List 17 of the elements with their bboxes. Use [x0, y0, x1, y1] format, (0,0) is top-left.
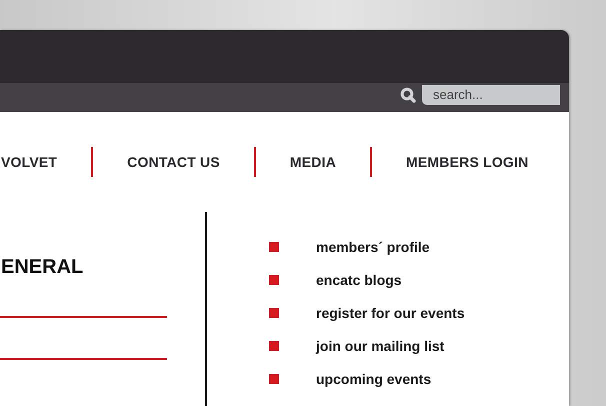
nav-link[interactable]: MEDIA	[290, 154, 336, 170]
bullet-icon	[269, 340, 279, 350]
bullet-icon	[269, 242, 279, 252]
nav-link[interactable]: MEMBERS LOGIN	[406, 154, 528, 170]
section-heading: ENERAL	[1, 256, 84, 279]
sidebar-link[interactable]: register for our events	[316, 304, 465, 320]
search-icon[interactable]	[400, 86, 416, 102]
bullet-icon	[269, 374, 279, 384]
nav-link[interactable]: CONTACT US	[127, 154, 220, 170]
bullet-icon	[269, 308, 279, 318]
sidebar-link[interactable]: upcoming events	[316, 370, 432, 386]
sidebar-link[interactable]: encatc blogs	[316, 272, 402, 288]
nav-link[interactable]: VOLVET	[1, 154, 58, 170]
bullet-icon	[269, 274, 279, 284]
sidebar-link[interactable]: join our mailing list	[316, 338, 444, 354]
sidebar-link[interactable]: members´ profile	[316, 238, 430, 254]
search-field[interactable]: search...	[422, 84, 560, 104]
